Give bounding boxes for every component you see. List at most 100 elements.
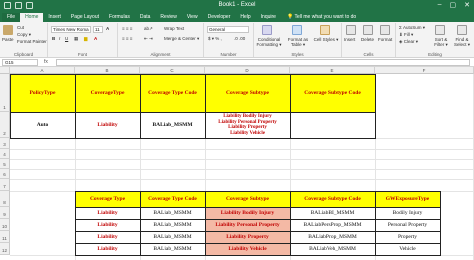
t2-header-coverage-subtype[interactable]: Coverage Subtype — [204, 190, 291, 208]
format-as-table-button[interactable]: Format as Table ▾ — [285, 37, 311, 47]
row-header-1[interactable]: 1 — [0, 74, 10, 112]
tab-developer[interactable]: Developer — [203, 13, 236, 22]
number-format-select[interactable]: General — [207, 26, 249, 33]
bold-icon[interactable]: B — [52, 36, 55, 41]
italic-icon[interactable]: I — [59, 36, 60, 41]
tab-home[interactable]: Home — [20, 13, 44, 22]
tab-review[interactable]: Review — [155, 13, 181, 22]
t2-header-coverage-subtype-code[interactable]: Coverage Subtype Code — [289, 190, 376, 208]
t1-header-coverage-subtype[interactable]: Coverage Subtype — [204, 73, 291, 113]
wrap-text-button[interactable]: Wrap Text — [164, 26, 184, 31]
copy-button[interactable]: Copy ▾ — [17, 32, 31, 38]
tab-data[interactable]: Data — [135, 13, 156, 22]
align-left-icon[interactable]: ≡ ≡ ≡ — [122, 36, 132, 41]
gridline — [10, 149, 474, 150]
t1-subtypes-cell[interactable]: Liability Bodily Injury Liability Person… — [204, 111, 291, 139]
t1-header-coverage-type-code[interactable]: Coverage Type Code — [139, 73, 206, 113]
currency-icon[interactable]: $ ▾ % , — [208, 36, 222, 42]
fill-color-icon[interactable]: ▆ — [84, 36, 87, 42]
decimal-icon[interactable]: .0 .00 — [234, 36, 245, 41]
gridline — [10, 179, 474, 180]
worksheet-grid[interactable]: A B C D E F 1 2 3 4 5 6 7 8 9 10 11 12 P… — [0, 67, 474, 260]
name-box[interactable]: G15 — [2, 59, 38, 66]
column-header-f[interactable]: F — [375, 67, 474, 74]
fill-button[interactable]: ⬇ Fill ▾ — [399, 32, 413, 38]
delete-button[interactable]: Delete — [361, 37, 374, 42]
minimize-button[interactable]: – — [438, 1, 442, 9]
fx-icon[interactable]: fx — [44, 59, 48, 65]
tell-me-box[interactable]: 💡 Tell me what you want to do — [283, 13, 360, 22]
row-header-3[interactable]: 3 — [0, 138, 10, 149]
autosum-button[interactable]: Σ AutoSum ▾ — [399, 25, 425, 31]
row-header-5[interactable]: 5 — [0, 159, 10, 169]
t1-header-coverage-subtype-code[interactable]: Coverage Subtype Code — [289, 73, 376, 113]
t2-type-cell[interactable]: Liability — [74, 242, 141, 256]
paste-icon[interactable] — [3, 25, 13, 35]
t1-header-policy-type[interactable]: PolicyType — [9, 73, 76, 113]
t1-header-coverage-type[interactable]: CoverageType — [74, 73, 141, 113]
cell-styles-icon[interactable] — [320, 25, 330, 35]
styles-label: Styles — [291, 52, 304, 57]
cells-label: Cells — [363, 52, 374, 57]
lightbulb-icon: 💡 — [286, 14, 295, 20]
paste-button[interactable]: Paste — [2, 37, 14, 42]
font-size-select[interactable]: 11 — [93, 26, 103, 33]
t2-subcode-cell[interactable]: BALiabVeh_MSMM — [289, 242, 376, 256]
row-header-9[interactable]: 9 — [0, 207, 10, 219]
cell-styles-button[interactable]: Cell Styles ▾ — [313, 37, 339, 42]
formula-input[interactable] — [56, 59, 470, 66]
tab-inquire[interactable]: Inquire — [256, 13, 281, 22]
row-header-8[interactable]: 8 — [0, 191, 10, 207]
row-header-2[interactable]: 2 — [0, 112, 10, 138]
tab-formulas[interactable]: Formulas — [104, 13, 135, 22]
insert-button[interactable]: Insert — [344, 37, 355, 42]
tab-insert[interactable]: Insert — [43, 13, 66, 22]
select-all-corner[interactable] — [0, 67, 10, 74]
sort-filter-button[interactable]: Sort & Filter ▾ — [431, 37, 451, 47]
t2-header-coverage-type[interactable]: Coverage Type — [74, 190, 141, 208]
conditional-formatting-button[interactable]: Conditional Formatting ▾ — [255, 37, 283, 47]
sort-filter-icon[interactable] — [435, 25, 445, 35]
delete-cells-icon[interactable] — [363, 25, 373, 35]
font-name-select[interactable]: Times New Roma — [51, 26, 91, 33]
merge-center-button[interactable]: Merge & Center ▾ — [164, 36, 199, 42]
row-header-4[interactable]: 4 — [0, 149, 10, 159]
orientation-icon[interactable]: ab↗ — [144, 26, 153, 32]
borders-icon[interactable]: ▦ — [74, 36, 78, 42]
insert-cells-icon[interactable] — [346, 25, 356, 35]
maximize-button[interactable]: ▢ — [450, 1, 457, 9]
row-header-12[interactable]: 12 — [0, 243, 10, 255]
row-header-6[interactable]: 6 — [0, 169, 10, 179]
tab-view[interactable]: View — [182, 13, 203, 22]
find-select-button[interactable]: Find & Select ▾ — [452, 37, 472, 47]
t2-exposure-cell[interactable]: Vehicle — [374, 242, 441, 256]
indent-icon[interactable]: ⇤ ⇥ — [144, 36, 153, 42]
format-painter-button[interactable]: Format Painter — [17, 39, 47, 44]
row-header-11[interactable]: 11 — [0, 231, 10, 243]
t1-code-cell[interactable]: BALiab_MSMM — [139, 111, 206, 139]
underline-icon[interactable]: U — [65, 36, 68, 41]
format-table-icon[interactable] — [292, 25, 302, 35]
tab-page-layout[interactable]: Page Layout — [66, 13, 104, 22]
clear-button[interactable]: ◈ Clear ▾ — [399, 39, 418, 45]
row-header-10[interactable]: 10 — [0, 219, 10, 231]
format-cells-icon[interactable] — [380, 25, 390, 35]
t1-policy-cell[interactable]: Auto — [9, 111, 76, 139]
t2-subtype-cell[interactable]: Liability Vehicle — [204, 242, 291, 256]
cut-button[interactable]: Cut — [17, 25, 24, 30]
close-button[interactable]: ✕ — [464, 1, 470, 9]
tab-help[interactable]: Help — [235, 13, 255, 22]
t2-code-cell[interactable]: BALiab_MSMM — [139, 242, 206, 256]
t2-header-coverage-type-code[interactable]: Coverage Type Code — [139, 190, 206, 208]
font-color-icon[interactable]: A — [94, 36, 97, 41]
row-header-7[interactable]: 7 — [0, 179, 10, 191]
grow-font-icon[interactable]: A — [106, 26, 109, 31]
conditional-formatting-icon[interactable] — [262, 25, 272, 35]
tab-file[interactable]: File — [2, 13, 21, 22]
align-top-icon[interactable]: ≡ ≡ ≡ — [122, 26, 132, 31]
t1-subtype-code-cell[interactable] — [289, 111, 376, 139]
t1-coverage-cell[interactable]: Liability — [74, 111, 141, 139]
t2-header-gw-exposure-type[interactable]: GWExposureType — [374, 190, 441, 208]
find-select-icon[interactable] — [457, 25, 467, 35]
format-button[interactable]: Format — [378, 37, 392, 42]
